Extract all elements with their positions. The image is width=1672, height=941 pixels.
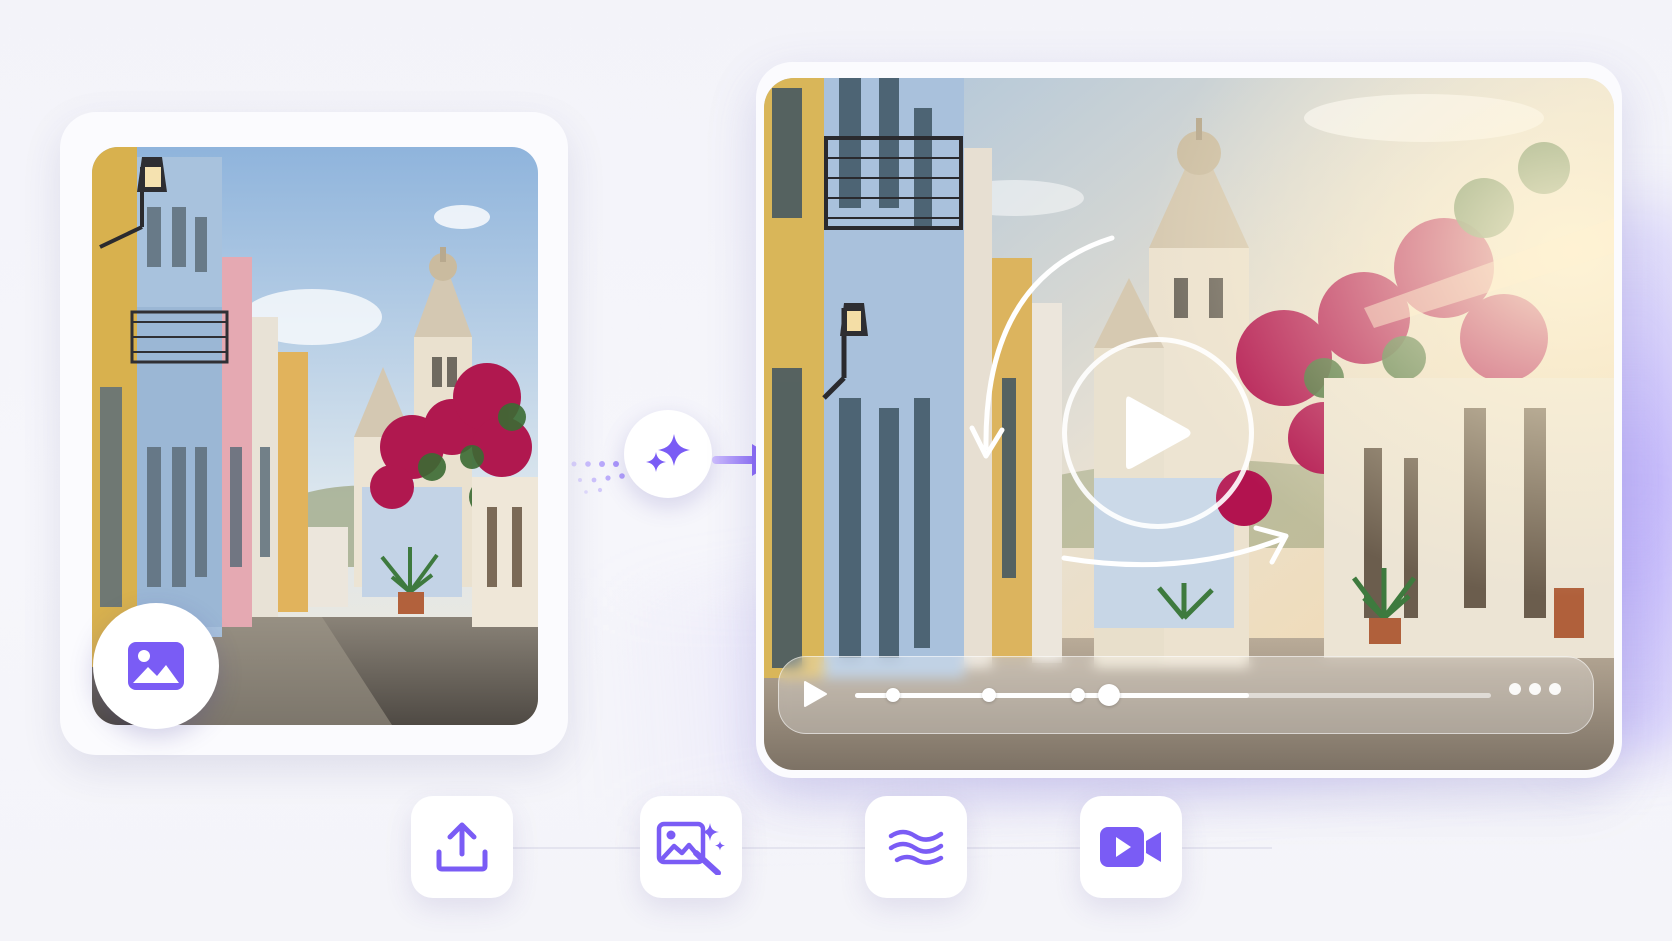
step-ai-enhance[interactable] (640, 796, 742, 898)
keyframe-marker[interactable] (886, 688, 901, 702)
image-icon (128, 642, 184, 690)
video-play-button[interactable] (1062, 337, 1254, 529)
video-progress-track[interactable] (855, 684, 1491, 706)
keyframe-marker[interactable] (1070, 688, 1085, 702)
video-progress-fill (855, 693, 1250, 698)
sparkle-icon (646, 434, 690, 472)
motion-waves-icon (888, 829, 944, 865)
video-controls-bar (778, 656, 1594, 734)
step-upload[interactable] (411, 796, 513, 898)
video-camera-icon (1100, 827, 1161, 867)
play-icon[interactable] (799, 679, 829, 709)
keyframe-marker[interactable] (981, 688, 996, 702)
playhead-handle[interactable] (1098, 684, 1121, 706)
ai-transform-button[interactable] (624, 410, 712, 498)
magic-image-icon (656, 821, 725, 875)
step-export-video[interactable] (1080, 796, 1182, 898)
image-type-badge (93, 603, 219, 729)
more-dots-icon[interactable] (1509, 683, 1561, 695)
step-animate-motion[interactable] (865, 796, 967, 898)
play-icon (1126, 396, 1191, 469)
upload-icon (436, 822, 488, 872)
